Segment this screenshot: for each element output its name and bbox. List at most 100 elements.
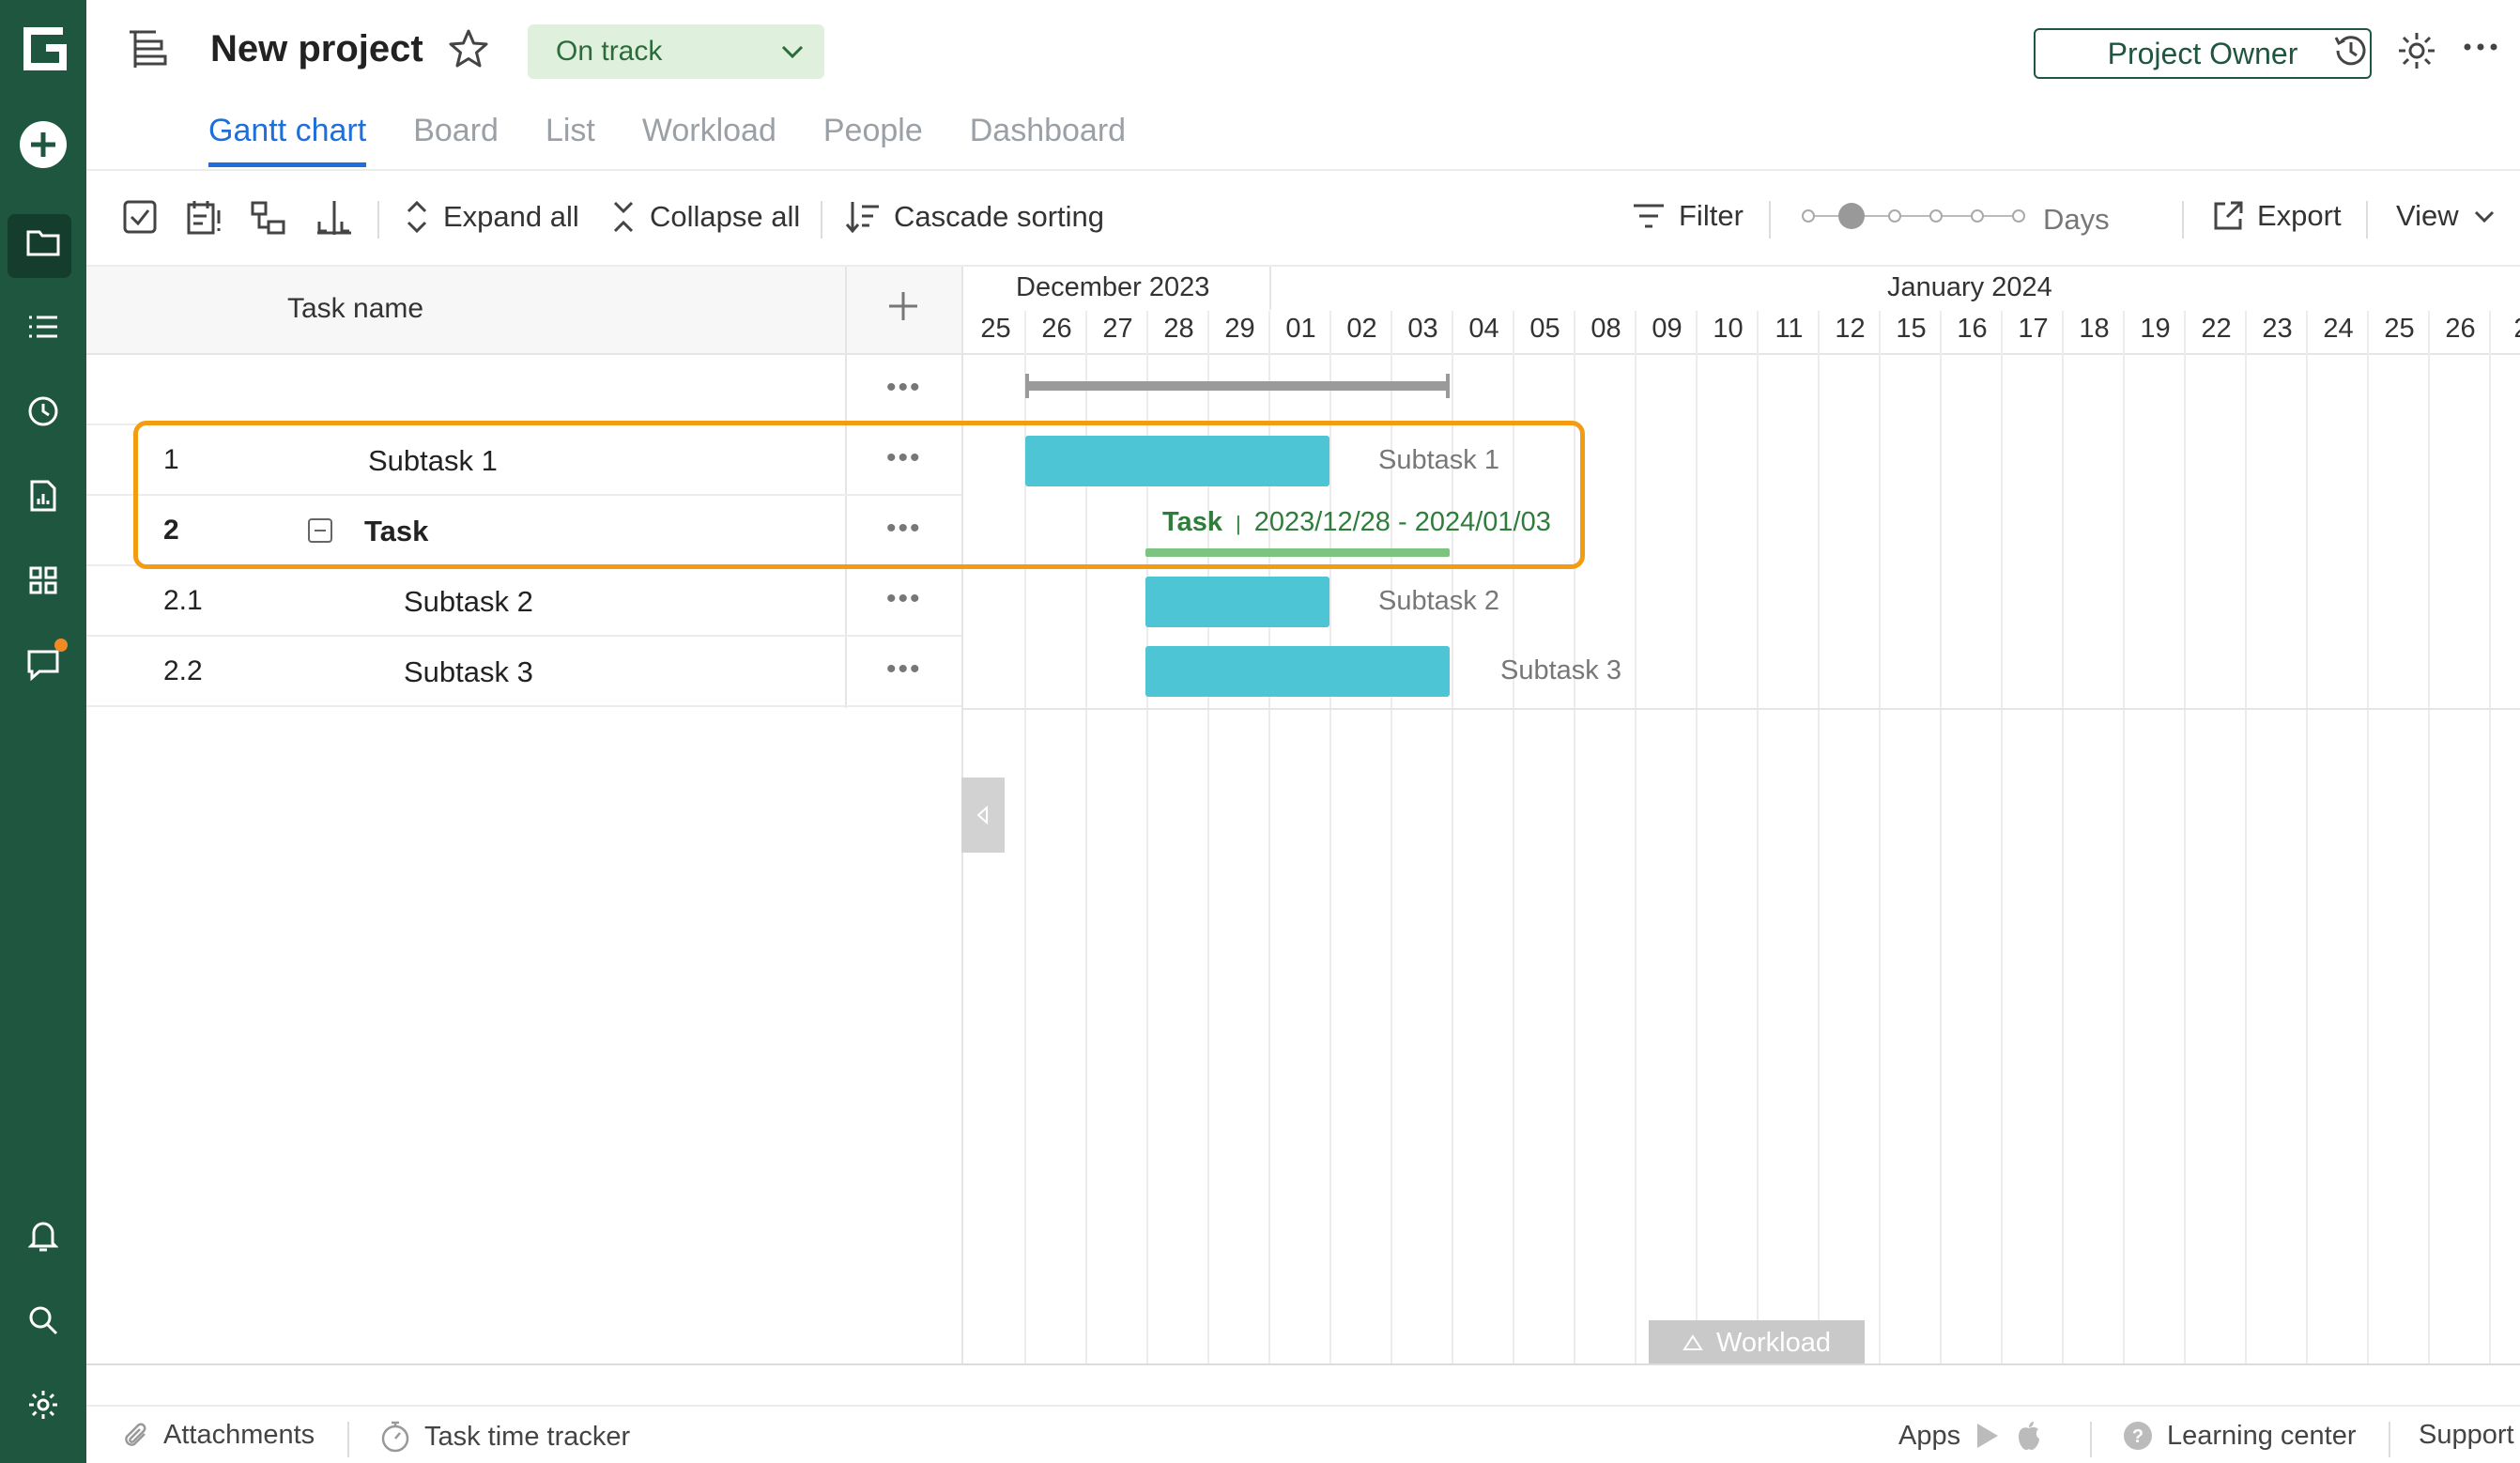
project-summary-bar[interactable] [1025,381,1450,391]
table-row[interactable]: 2.1 Subtask 2 ••• [86,566,961,637]
day-label: 11 [1775,314,1804,344]
hierarchy-icon[interactable] [250,199,287,237]
more-icon[interactable] [2462,38,2499,61]
timesheet-button[interactable] [0,379,86,443]
search-button[interactable] [0,1288,86,1352]
filter-icon [1634,204,1664,228]
status-dropdown[interactable]: On track [528,24,824,79]
logo-icon [23,27,67,70]
add-icon [20,121,67,168]
day-label: 08 [1590,314,1621,344]
apps-icon [29,566,57,594]
project-owner-badge[interactable]: Project Owner [2034,28,2372,79]
row-more-icon[interactable]: ••• [886,654,922,685]
cascade-sorting-label: Cascade sorting [894,200,1105,233]
select-checkbox-icon[interactable] [122,199,158,235]
chat-button[interactable] [0,633,86,697]
day-gridline [1635,311,1636,1365]
chat-icon [27,650,59,681]
chevron-down-icon [779,39,806,71]
view-label: View [2396,199,2459,232]
learning-center-button[interactable]: ? Learning center [2122,1420,2357,1452]
export-icon [2214,201,2243,230]
table-row[interactable]: 2.2 Subtask 3 ••• [86,637,961,707]
tab-people[interactable]: People [823,113,923,167]
zoom-slider[interactable] [1799,197,2028,235]
view-dropdown[interactable]: View [2396,199,2497,233]
favorite-star-icon[interactable] [447,28,490,74]
gear-icon [29,1391,57,1419]
settings-button[interactable] [0,1373,86,1437]
tab-gantt-chart[interactable]: Gantt chart [208,113,367,167]
project-title[interactable]: New project [210,28,423,70]
add-column-icon[interactable] [884,287,922,330]
task-time-tracker-button[interactable]: Task time tracker [379,1420,630,1454]
cascade-sorting-button[interactable]: Cascade sorting [845,199,1104,235]
support-button[interactable]: Support [2419,1420,2514,1451]
day-label: 26 [1041,314,1072,344]
day-label: 26 [2445,314,2476,344]
search-icon [29,1306,58,1335]
tab-list[interactable]: List [545,113,595,167]
month-label: January 2024 [1887,272,2052,302]
column-header-task-name[interactable]: Task name [287,293,423,325]
day-label: 18 [2079,314,2110,344]
chevron-left-icon [976,805,988,825]
app-logo[interactable] [0,17,86,81]
list-button[interactable] [0,295,86,359]
collapse-all-button[interactable]: Collapse all [610,199,800,235]
reports-button[interactable] [0,464,86,528]
tab-workload[interactable]: Workload [642,113,776,167]
clock-icon [28,396,58,426]
row-more-icon[interactable]: ••• [886,372,922,404]
filter-button[interactable]: Filter [1632,199,1744,233]
day-label: 2 [2491,314,2520,345]
attachments-button[interactable]: Attachments [122,1420,315,1451]
workload-toggle[interactable]: Workload [1649,1320,1865,1365]
selection-highlight [133,421,1585,569]
projects-button[interactable] [0,210,86,278]
summary-cap [1025,374,1029,398]
day-gridline [2428,311,2430,1365]
day-label: 28 [1163,314,1194,344]
svg-text:?: ? [2132,1426,2144,1447]
timeline-header: December 2023 January 2024 25 26 27 28 29 01 0… [963,267,2520,355]
day-gridline [2001,311,2003,1365]
apps-label: Apps [1898,1420,1961,1451]
day-label: 12 [1835,314,1866,344]
learning-center-label: Learning center [2167,1420,2357,1451]
expand-all-button[interactable]: Expand all [404,199,579,235]
rows-end-line [963,708,2520,710]
collapse-grid-button[interactable] [961,778,1005,853]
notifications-button[interactable] [0,1204,86,1268]
gear-icon[interactable] [2396,30,2437,76]
toolbar-separator [2366,201,2368,239]
apps-button[interactable] [0,548,86,612]
apple-icon [2019,1422,2040,1450]
footer-separator [347,1422,349,1457]
day-label: 27 [1102,314,1133,344]
gantt-bar-subtask-3[interactable] [1145,646,1450,697]
collapse-all-label: Collapse all [650,200,801,233]
table-row-project[interactable]: ••• [86,355,961,425]
month-separator [1269,267,1271,310]
history-icon[interactable] [2330,30,2372,76]
tab-dashboard[interactable]: Dashboard [970,113,1126,167]
summary-cap [1446,374,1450,398]
day-gridline [2306,311,2308,1365]
apps-download[interactable]: Apps [1898,1420,2043,1452]
expand-all-label: Expand all [443,200,579,233]
day-label: 25 [2384,314,2415,344]
grid-header: Task name [86,267,961,355]
row-more-icon[interactable]: ••• [886,583,922,615]
sort-icon [845,202,879,234]
tab-board[interactable]: Board [413,113,499,167]
day-label: 04 [1468,314,1499,344]
notification-dot [54,639,68,652]
critical-path-icon[interactable] [186,199,223,237]
gantt-bar-subtask-2[interactable] [1145,577,1329,627]
add-button[interactable] [0,113,86,177]
baseline-icon[interactable] [314,199,355,237]
expand-icon [407,200,427,234]
export-button[interactable]: Export [2212,199,2342,233]
